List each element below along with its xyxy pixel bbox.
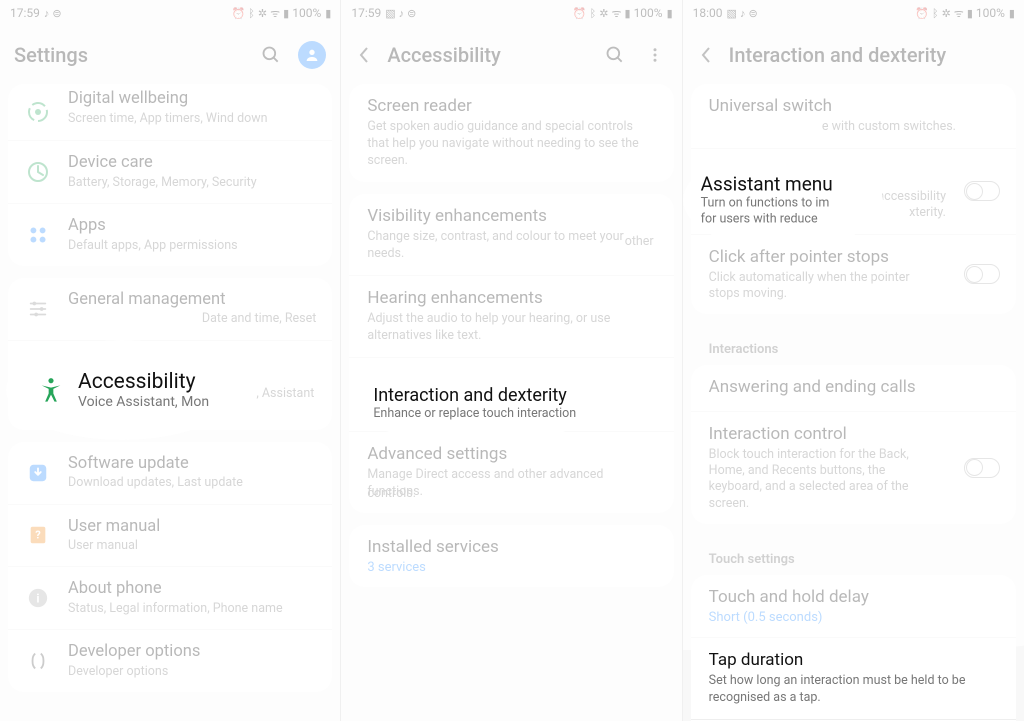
screen-settings: 17:59 ♪ ⊜ ⏰ ᛒ ✲ ᯤ ▮ 100% ▮ Settings: [0, 0, 341, 721]
developer-icon: [24, 647, 52, 675]
music-icon: ♪: [399, 7, 404, 20]
row-user-manual[interactable]: ? User manual User manual: [8, 504, 332, 567]
wifi-icon: ⊜: [407, 7, 415, 20]
row-about-phone[interactable]: i About phone Status, Legal information,…: [8, 566, 332, 629]
back-button[interactable]: [355, 46, 373, 64]
row-sub: Screen time, App timers, Wind down: [68, 111, 316, 127]
battery-pct: 100%: [292, 6, 321, 20]
screen-interaction: 18:00 ▧ ♪ ⊜ ⏰ ᛒ ✲ ᯤ ▮ 100% ▮ Interaction…: [683, 0, 1024, 721]
row-hearing[interactable]: Hearing enhancements Adjust the audio to…: [349, 275, 673, 357]
mute-icon: ✲: [258, 7, 266, 20]
more-icon[interactable]: [642, 42, 668, 68]
apps-icon: [24, 221, 52, 249]
image-icon: ▧: [727, 7, 736, 20]
page-title: Accessibility: [387, 43, 501, 67]
row-developer-options[interactable]: Developer options Developer options: [8, 629, 332, 692]
row-assistant-bg[interactable]: e accessibility xterity.: [691, 148, 1016, 234]
row-tap-duration[interactable]: Tap duration Set how long an interaction…: [691, 637, 1016, 719]
page-title: Settings: [14, 43, 88, 67]
alarm-icon: ⏰: [232, 7, 245, 20]
header: Interaction and dexterity: [683, 26, 1024, 84]
screen-accessibility: 17:59 ▧ ♪ ⊜ ⏰ ᛒ ✲ ᯤ ▮ 100% ▮ Accessibili…: [341, 0, 682, 721]
image-icon: ▧: [385, 7, 394, 20]
search-icon[interactable]: [258, 42, 284, 68]
status-time: 17:59: [10, 6, 40, 20]
general-icon: [24, 295, 52, 323]
row-touch-hold[interactable]: Touch and hold delay Short (0.5 seconds): [691, 575, 1016, 637]
back-button[interactable]: [697, 46, 715, 64]
section-interactions: Interactions: [691, 326, 1016, 365]
header: Accessibility: [341, 26, 681, 84]
search-icon[interactable]: [602, 42, 628, 68]
row-interaction-control[interactable]: Interaction control Block touch interact…: [691, 411, 1016, 524]
section-touch: Touch settings: [691, 536, 1016, 575]
row-interaction-bg[interactable]: other controls.: [349, 357, 673, 431]
about-icon: i: [24, 584, 52, 612]
header: Settings: [0, 26, 340, 84]
row-universal-switch[interactable]: Universal switch e with custom switches.: [691, 84, 1016, 148]
settings-list: Digital wellbeing Screen time, App timer…: [0, 84, 340, 721]
signal-icon: ▮: [283, 7, 288, 20]
row-apps[interactable]: Apps Default apps, App permissions: [8, 203, 332, 266]
row-general-management[interactable]: General management Date and time, Reset: [8, 278, 332, 340]
row-device-care[interactable]: Device care Battery, Storage, Memory, Se…: [8, 140, 332, 203]
wifi-icon: ⊜: [52, 7, 60, 20]
music-icon: ♪: [740, 7, 745, 20]
status-bar: 17:59 ▧ ♪ ⊜ ⏰ ᛒ ✲ ᯤ ▮ 100% ▮: [341, 0, 681, 26]
row-screen-reader[interactable]: Screen reader Get spoken audio guidance …: [349, 84, 673, 182]
toggle-click[interactable]: [964, 264, 1000, 284]
device-care-icon: [24, 158, 52, 186]
toggle-assistant[interactable]: [964, 181, 1000, 201]
accessibility-list: Screen reader Get spoken audio guidance …: [341, 84, 681, 721]
toggle-interaction-control[interactable]: [964, 458, 1000, 478]
svg-text:?: ?: [35, 529, 41, 542]
network-icon: ᯤ: [270, 6, 279, 21]
music-icon: ♪: [44, 7, 49, 20]
row-installed-services[interactable]: Installed services 3 services: [349, 525, 673, 587]
account-avatar[interactable]: [298, 41, 326, 69]
row-title: Digital wellbeing: [68, 89, 316, 110]
battery-icon: ▮: [325, 7, 330, 20]
page-title: Interaction and dexterity: [729, 43, 947, 67]
row-answering[interactable]: Answering and ending calls: [691, 365, 1016, 410]
interaction-list: Universal switch e with custom switches.…: [683, 84, 1024, 721]
bluetooth-icon: ᛒ: [248, 7, 254, 20]
row-digital-wellbeing[interactable]: Digital wellbeing Screen time, App timer…: [8, 84, 332, 140]
status-bar: 18:00 ▧ ♪ ⊜ ⏰ ᛒ ✲ ᯤ ▮ 100% ▮: [683, 0, 1024, 26]
row-accessibility-bg[interactable]: , Assistant: [8, 340, 332, 430]
status-bar: 17:59 ♪ ⊜ ⏰ ᛒ ✲ ᯤ ▮ 100% ▮: [0, 0, 340, 26]
row-software-update[interactable]: Software update Download updates, Last u…: [8, 442, 332, 504]
svg-text:i: i: [36, 592, 39, 606]
wifi-icon: ⊜: [748, 7, 756, 20]
row-click-pointer[interactable]: Click after pointer stops Click automati…: [691, 234, 1016, 315]
wellbeing-icon: [24, 98, 52, 126]
manual-icon: ?: [24, 521, 52, 549]
software-icon: [24, 459, 52, 487]
